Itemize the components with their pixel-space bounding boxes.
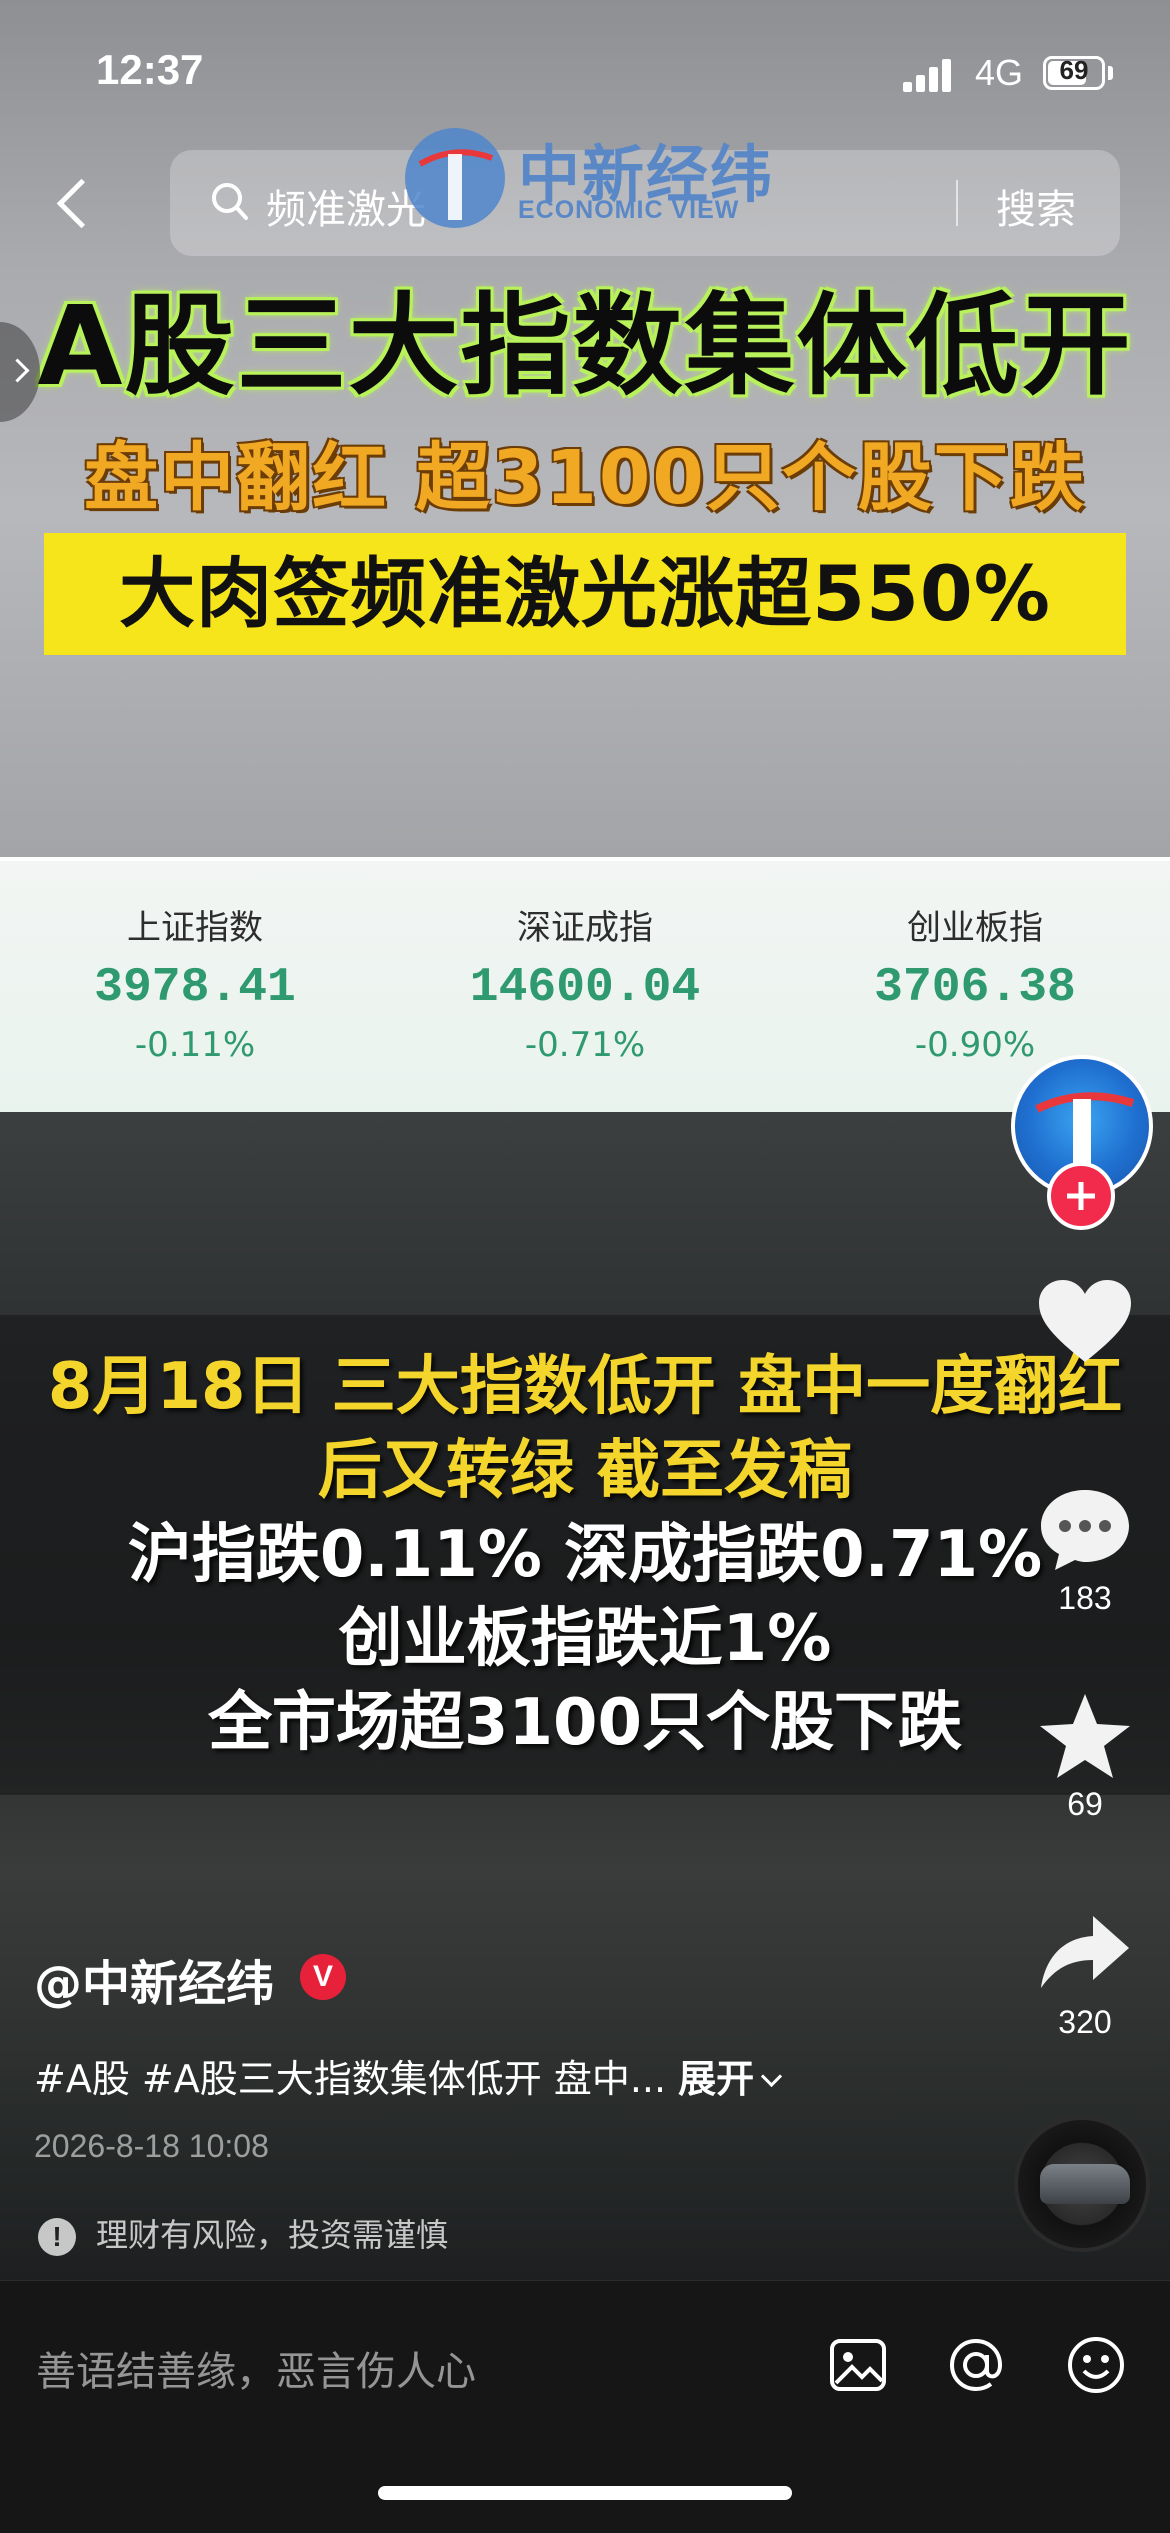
status-bar: 12:37 4G 69: [0, 0, 1170, 140]
home-indicator[interactable]: [378, 2486, 792, 2500]
at-mention-icon[interactable]: [944, 2333, 1008, 2397]
music-disc[interactable]: [1014, 2116, 1150, 2252]
index-value: 3978.41: [94, 961, 296, 1015]
index-name: 深证成指: [517, 908, 653, 948]
index-shanghai: 上证指数 3978.41 -0.11%: [0, 900, 390, 1065]
search-icon: [212, 183, 248, 220]
logo-en: ECONOMIC VIEW: [518, 196, 740, 224]
index-change: -0.90%: [914, 1025, 1036, 1065]
post-timestamp: 2026-8-18 10:08: [34, 2128, 269, 2164]
index-name: 上证指数: [127, 908, 263, 948]
like-button[interactable]: [1020, 1276, 1150, 1372]
chevron-down-icon: [761, 2065, 783, 2088]
caption-line: 沪指跌0.11% 深成指跌0.71%: [127, 1518, 1043, 1592]
search-divider: [956, 180, 958, 226]
signal-icon: [903, 58, 955, 92]
logo-mark-icon: [405, 128, 505, 228]
battery-tip: [1108, 66, 1113, 80]
share-button[interactable]: 320: [1020, 1908, 1150, 2041]
caption-line: 创业板指跌近1%: [338, 1602, 832, 1676]
index-change: -0.71%: [524, 1025, 646, 1065]
headline-highlight-box: 大肉签频准激光涨超550%: [44, 533, 1126, 655]
comment-count: 183: [1058, 1580, 1112, 1616]
headline-highlight: 大肉签频准激光涨超550%: [119, 549, 1051, 638]
author-name[interactable]: @中新经纬: [34, 1944, 274, 2014]
comment-button[interactable]: 183: [1020, 1484, 1150, 1617]
follow-button[interactable]: [1047, 1162, 1115, 1230]
publisher-logo: 中新经纬 ECONOMIC VIEW: [400, 124, 780, 232]
share-arrow-icon: [1041, 1916, 1129, 1988]
headline-main: A股三大指数集体低开: [37, 282, 1133, 410]
share-count: 320: [1058, 2004, 1112, 2040]
network-type: 4G: [975, 52, 1024, 93]
battery-icon: 69: [1043, 55, 1105, 90]
favorite-count: 69: [1067, 1786, 1103, 1822]
index-value: 3706.38: [874, 961, 1076, 1015]
post-description[interactable]: #A股 #A股三大指数集体低开 盘中... 展开: [34, 2048, 783, 2103]
comment-input[interactable]: 善语结善缘，恶言伤人心: [36, 2339, 476, 2397]
index-chinext: 创业板指 3706.38 -0.90%: [780, 900, 1170, 1065]
risk-notice-text: 理财有风险，投资需谨慎: [96, 2216, 449, 2254]
battery-level: 69: [1059, 55, 1089, 85]
emoji-icon[interactable]: [1064, 2333, 1128, 2397]
search-button[interactable]: 搜索: [996, 177, 1076, 235]
favorite-button[interactable]: 69: [1020, 1690, 1150, 1823]
index-shenzhen: 深证成指 14600.04 -0.71%: [390, 900, 780, 1065]
risk-notice: ! 理财有风险，投资需谨慎: [38, 2210, 448, 2256]
description-text: #A股 #A股三大指数集体低开 盘中...: [34, 2057, 667, 2101]
caption-line: 全市场超3100只个股下跌: [207, 1686, 963, 1760]
expand-link[interactable]: 展开: [678, 2057, 754, 2101]
star-icon: [1040, 1694, 1130, 1778]
status-time: 12:37: [96, 46, 204, 93]
video-caption: 8月18日 三大指数低开 盘中一度翻红 后又转绿 截至发稿 沪指跌0.11% 深…: [0, 1345, 1170, 1765]
verified-badge: V: [300, 1954, 346, 2000]
warning-icon: !: [38, 2218, 76, 2256]
caption-line: 后又转绿 截至发稿: [317, 1434, 853, 1508]
index-name: 创业板指: [907, 908, 1043, 948]
index-change: -0.11%: [134, 1025, 256, 1065]
back-button[interactable]: [44, 170, 104, 240]
comment-icon: [1041, 1490, 1129, 1570]
image-icon[interactable]: [826, 2333, 890, 2397]
headline-sub: 盘中翻红 超3100只个股下跌: [84, 435, 1086, 521]
heart-icon: [1039, 1280, 1131, 1362]
index-value: 14600.04: [469, 961, 701, 1015]
caption-line: 8月18日 三大指数低开 盘中一度翻红: [47, 1350, 1123, 1424]
